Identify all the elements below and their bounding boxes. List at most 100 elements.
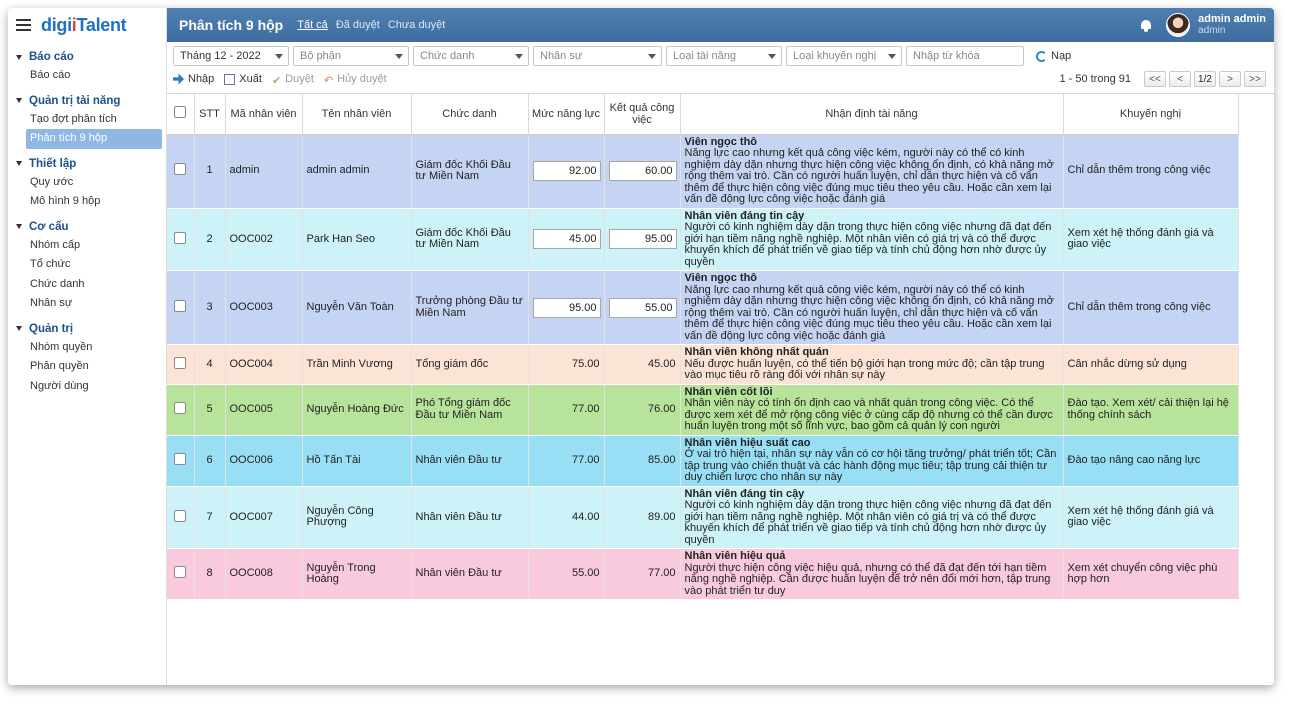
recommendation-cell: Xem xét chuyển công việc phù hợp hơn — [1063, 548, 1239, 600]
sidebar-item[interactable]: Mô hình 9 hộp — [8, 192, 166, 212]
result-input[interactable]: 60.00 — [608, 161, 677, 181]
menu-icon[interactable] — [16, 19, 31, 31]
result-input[interactable]: 55.00 — [608, 297, 677, 318]
col-stt[interactable]: STT — [194, 94, 226, 135]
row-select-cell — [167, 208, 195, 271]
sidebar-item[interactable]: Tạo đợt phân tích — [8, 110, 166, 130]
employee-code-cell: OOC006 — [225, 435, 303, 487]
row-checkbox[interactable] — [174, 356, 187, 369]
col-capacity[interactable]: Mức năng lực — [528, 94, 605, 135]
select-all-checkbox[interactable] — [174, 106, 187, 119]
sidebar-group-header[interactable]: Quản trị — [8, 320, 166, 338]
col-assessment[interactable]: Nhận định tài năng — [680, 94, 1064, 135]
user-menu[interactable]: admin admin admin — [1198, 13, 1266, 37]
sidebar-group: Quản trị Nhóm quyền Phân quyền Người dùng — [8, 320, 166, 397]
sidebar-item[interactable]: Phân tích 9 hộp — [26, 129, 162, 149]
sidebar-group-label: Báo cáo — [29, 51, 74, 63]
prev-page-button[interactable]: < — [1169, 71, 1191, 87]
employee-name-cell: Nguyễn Hoàng Đức — [302, 384, 412, 436]
col-code[interactable]: Mã nhân viên — [225, 94, 303, 135]
keyword-input[interactable]: Nhập từ khóa — [906, 46, 1024, 66]
tab-unapproved[interactable]: Chưa duyệt — [388, 19, 446, 31]
tab-all[interactable]: Tất cả — [297, 19, 328, 31]
sidebar-item[interactable]: Nhân sự — [8, 294, 166, 314]
chevron-down-icon — [768, 54, 776, 59]
talent-type-select[interactable]: Loại tài năng — [666, 46, 782, 66]
capacity-input[interactable]: 92.00 — [532, 161, 601, 181]
tab-approved[interactable]: Đã duyệt — [336, 19, 380, 31]
recommend-type-select[interactable]: Loại khuyến nghị — [786, 46, 902, 66]
employee-code-cell: OOC008 — [225, 548, 303, 600]
row-checkbox[interactable] — [174, 231, 187, 244]
result-cell: 89.00 — [604, 486, 681, 549]
row-checkbox[interactable] — [174, 452, 187, 465]
user-role: admin — [1198, 25, 1226, 36]
sidebar-item[interactable]: Tổ chức — [8, 255, 166, 275]
row-checkbox[interactable] — [174, 299, 187, 312]
sidebar-group: Quản trị tài năng Tạo đợt phân tích Phân t… — [8, 92, 166, 149]
result-input[interactable]: 95.00 — [608, 229, 677, 250]
row-checkbox[interactable] — [174, 163, 187, 176]
col-result[interactable]: Kết quả công việc — [604, 94, 681, 135]
app-logo[interactable]: digiiTalent — [41, 15, 127, 36]
row-checkbox[interactable] — [174, 509, 187, 522]
row-select-cell — [167, 548, 195, 600]
avatar[interactable] — [1166, 13, 1191, 37]
last-page-button[interactable]: >> — [1244, 71, 1266, 87]
employee-name-cell: Hồ Tấn Tài — [302, 435, 412, 487]
col-title[interactable]: Chức danh — [411, 94, 529, 135]
assessment-cell: Nhân viên hiệu suất cao Ở vai trò hiện tạ… — [680, 435, 1064, 487]
employee-name-cell: Nguyễn Trong Hoàng — [302, 548, 412, 600]
sidebar-item[interactable]: Phân quyền — [8, 357, 166, 377]
sidebar-group-header[interactable]: Thiết lập — [8, 155, 166, 173]
recommendation-cell: Xem xét hệ thống đánh giá và giao việc — [1063, 486, 1239, 549]
sidebar-item[interactable]: Nhóm cấp — [8, 236, 166, 256]
employee-code-cell: OOC007 — [225, 486, 303, 549]
department-select[interactable]: Bộ phận — [293, 46, 409, 66]
sidebar-group-header[interactable]: Cơ cấu — [8, 218, 166, 236]
capacity-input[interactable]: 45.00 — [532, 229, 601, 250]
talent-table-container: STT Mã nhân viên Tên nhân viên Chức danh… — [167, 93, 1274, 685]
table-row[interactable]: 4 OOC004 Trần Minh Vương Tổng giám đốc 75.00… — [167, 344, 1239, 385]
table-row[interactable]: 6 OOC006 Hồ Tấn Tài Nhân viên Đầu tư 77.00 85… — [167, 435, 1239, 487]
staff-select[interactable]: Nhân sự — [533, 46, 662, 66]
sidebar-item[interactable]: Người dùng — [8, 377, 166, 397]
assessment-description: Nhân viên này có tính ổn định cao và nhấ… — [684, 397, 1053, 432]
next-page-button[interactable]: > — [1219, 71, 1241, 87]
sidebar-group-header[interactable]: Quản trị tài năng — [8, 92, 166, 110]
import-button[interactable]: Nhập — [173, 73, 214, 85]
table-row[interactable]: 5 OOC005 Nguyễn Hoàng Đức Phó Tổng giám đốc… — [167, 384, 1239, 436]
table-row[interactable]: 3 OOC003 Nguyễn Văn Toàn Trưởng phòng Đầu t… — [167, 270, 1239, 345]
capacity-input[interactable]: 95.00 — [532, 297, 601, 318]
job-title-cell: Nhân viên Đầu tư — [411, 548, 529, 600]
export-icon — [224, 73, 236, 85]
export-button[interactable]: Xuất — [224, 73, 262, 85]
approve-button[interactable]: ✔ Duyệt — [272, 73, 314, 87]
stt-cell: 1 — [194, 134, 226, 209]
sidebar-item[interactable]: Chức danh — [8, 275, 166, 295]
employee-code-cell: OOC004 — [225, 344, 303, 385]
unapprove-button[interactable]: ↶ Hủy duyệt — [324, 73, 387, 87]
col-name[interactable]: Tên nhân viên — [302, 94, 412, 135]
table-row[interactable]: 1 admin admin admin Giám đốc Khối Đầu tư Mi… — [167, 134, 1239, 209]
sidebar-item[interactable]: Quy ước — [8, 173, 166, 193]
header-bar: Phân tích 9 hộp Tất cả Đã duyệt Chưa duy… — [167, 8, 1274, 42]
col-recommend[interactable]: Khuyến nghị — [1063, 94, 1239, 135]
caret-down-icon — [16, 54, 22, 60]
assessment-description: Năng lực cao nhưng kết quả công việc kém… — [684, 147, 1054, 205]
row-checkbox[interactable] — [174, 401, 187, 414]
sidebar-group-header[interactable]: Báo cáo — [8, 48, 166, 66]
first-page-button[interactable]: << — [1144, 71, 1166, 87]
recommendation-cell: Đào tạo nâng cao năng lực — [1063, 435, 1239, 487]
recommendation-cell: Xem xét hệ thống đánh giá và giao việc — [1063, 208, 1239, 271]
bell-icon[interactable] — [1140, 19, 1152, 32]
table-row[interactable]: 8 OOC008 Nguyễn Trong Hoàng Nhân viên Đầu t… — [167, 548, 1239, 600]
title-select[interactable]: Chức danh — [413, 46, 529, 66]
table-row[interactable]: 7 OOC007 Nguyễn Công Phượng Nhân viên Đầu t… — [167, 486, 1239, 549]
sidebar-item[interactable]: Báo cáo — [8, 66, 166, 86]
row-checkbox[interactable] — [174, 566, 187, 579]
period-select[interactable]: Tháng 12 - 2022 — [173, 46, 289, 66]
sidebar-item[interactable]: Nhóm quyền — [8, 338, 166, 358]
load-button[interactable]: Nạp — [1036, 50, 1071, 62]
table-row[interactable]: 2 OOC002 Park Han Seo Giám đốc Khối Đầu tư … — [167, 208, 1239, 271]
